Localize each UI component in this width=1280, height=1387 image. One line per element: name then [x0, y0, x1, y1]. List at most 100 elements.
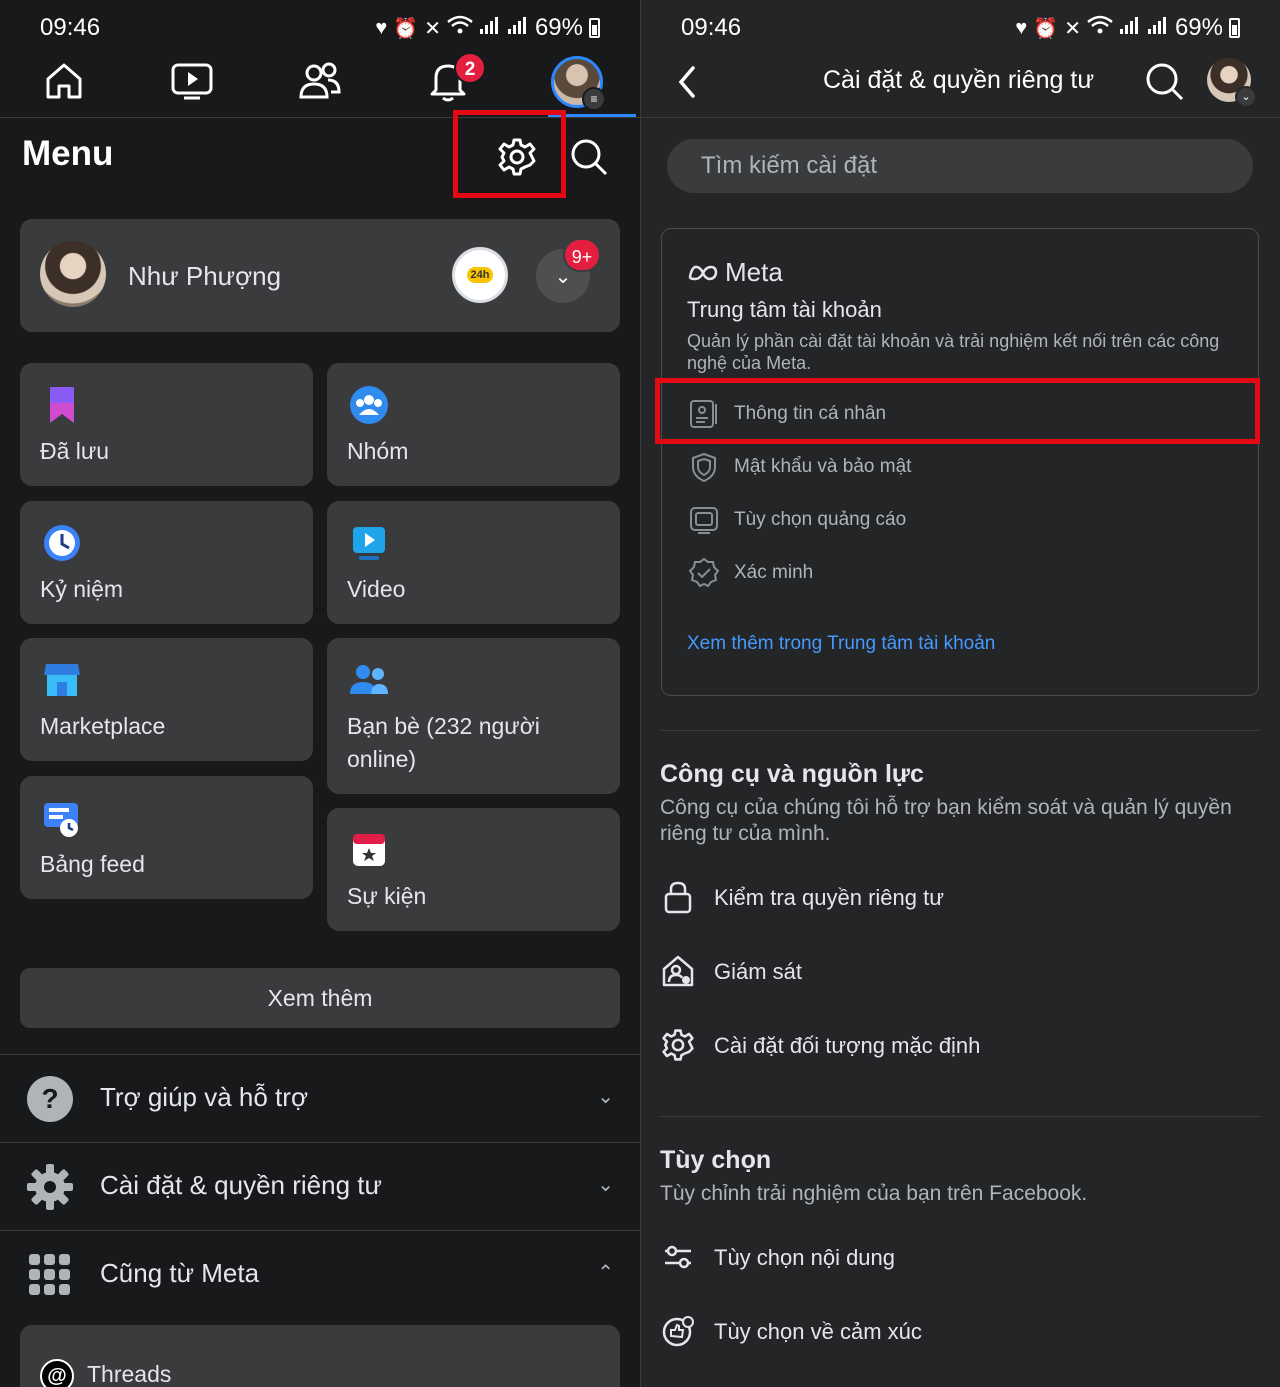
item-label: Cài đặt đối tượng mặc định — [714, 1033, 981, 1058]
back-button[interactable] — [669, 62, 705, 102]
settings-search-input[interactable] — [701, 149, 1221, 183]
signal-icon — [507, 15, 529, 41]
status-bar: 09:46 ♥ ⏰ ✕ 69% — [641, 10, 1280, 46]
default-audience-item[interactable]: Cài đặt đối tượng mặc định — [660, 1021, 1260, 1071]
see-more-button[interactable]: Xem thêm — [20, 968, 620, 1028]
threads-app-card[interactable]: @ Threads — [20, 1325, 620, 1387]
supervision-item[interactable]: Giám sát — [660, 947, 1260, 997]
alarm-icon: ⏰ — [393, 17, 419, 40]
item-label: Tùy chọn nội dung — [714, 1245, 896, 1270]
status-icons: ♥ ⏰ ✕ 69% — [375, 14, 600, 42]
shortcut-saved[interactable]: Đã lưu — [20, 363, 313, 486]
account-avatar[interactable]: ⌄ — [1207, 58, 1257, 108]
wifi-icon — [1087, 15, 1113, 41]
preferences-section-title: Tùy chọn — [660, 1146, 772, 1174]
ad-preferences-item[interactable]: Tùy chọn quảng cáo — [687, 495, 1247, 545]
page-title: Cài đặt & quyền riêng tư — [823, 66, 1095, 94]
password-security-item[interactable]: Mật khẩu và bảo mật — [687, 442, 1247, 492]
apps-grid-icon — [24, 1249, 76, 1301]
battery-percent: 69% — [1174, 14, 1223, 41]
signal-icon — [479, 15, 501, 41]
menu-tab-avatar[interactable]: ≡ — [551, 56, 606, 111]
reaction-preferences-item[interactable]: Tùy chọn về cảm xúc — [660, 1307, 1260, 1357]
profile-notification-badge: 9+ — [563, 238, 601, 272]
accounts-center-link[interactable]: Xem thêm trong Trung tâm tài khoản — [687, 633, 995, 655]
help-support-row[interactable]: ? Trợ giúp và hỗ trợ ⌄ — [0, 1056, 640, 1142]
chevron-up-icon: ⌃ — [597, 1262, 614, 1284]
item-label: Tùy chọn về cảm xúc — [714, 1319, 922, 1344]
shortcut-label: Video — [347, 576, 406, 602]
divider — [660, 730, 1260, 731]
sliders-icon — [660, 1239, 696, 1275]
divider — [0, 1230, 640, 1231]
shortcut-video[interactable]: Video — [327, 501, 620, 624]
shortcut-label: Marketplace — [40, 713, 166, 739]
home-icon[interactable] — [39, 56, 89, 106]
menu-search-button[interactable] — [562, 130, 616, 184]
shortcut-marketplace[interactable]: Marketplace — [20, 638, 313, 761]
battery-icon — [1229, 18, 1240, 38]
shortcut-label: Sự kiện — [347, 883, 427, 909]
shortcut-events[interactable]: Sự kiện — [327, 808, 620, 931]
signal-icon — [1147, 15, 1169, 41]
search-icon — [1146, 63, 1184, 101]
story-ring-icon[interactable]: 24h — [452, 247, 508, 303]
settings-search-button[interactable] — [1141, 58, 1189, 106]
feeds-icon — [44, 803, 78, 837]
shield-icon — [687, 450, 721, 484]
menu-lines-icon: ≡ — [582, 87, 606, 111]
status-bar: 09:46 ♥ ⏰ ✕ 69% — [0, 10, 640, 46]
notification-count-badge: 2 — [454, 52, 486, 84]
shortcut-groups[interactable]: Nhóm — [327, 363, 620, 486]
content-preferences-item[interactable]: Tùy chọn nội dung — [660, 1233, 1260, 1283]
search-icon — [571, 139, 608, 176]
reactions-icon — [660, 1313, 696, 1349]
accounts-center-card: Meta Trung tâm tài khoản Quản lý phần cà… — [661, 228, 1259, 696]
video-tab-icon[interactable] — [167, 56, 217, 106]
settings-privacy-row[interactable]: Cài đặt & quyền riêng tư ⌄ — [0, 1144, 640, 1230]
shortcut-memories[interactable]: Kỷ niệm — [20, 501, 313, 624]
chevron-left-icon — [678, 66, 695, 98]
shortcut-label: Kỷ niệm — [40, 576, 124, 602]
highlight-box-gear — [453, 110, 566, 198]
meta-logo: Meta — [687, 257, 783, 288]
profile-name: Như Phượng — [128, 261, 282, 291]
shortcut-feeds[interactable]: Bảng feed — [20, 776, 313, 899]
friends-icon — [350, 665, 388, 694]
accordion-label: Cài đặt & quyền riêng tư — [100, 1170, 382, 1200]
threads-label: Threads — [87, 1361, 172, 1387]
divider — [660, 1116, 1260, 1117]
groups-icon — [350, 386, 388, 424]
also-from-meta-row[interactable]: Cũng từ Meta ⌃ — [0, 1232, 640, 1318]
tools-section-description: Công cụ của chúng tôi hỗ trợ bạn kiểm so… — [660, 796, 1232, 845]
accounts-center-title: Trung tâm tài khoản — [687, 297, 882, 322]
item-label: Tùy chọn quảng cáo — [734, 509, 907, 530]
verification-item[interactable]: Xác minh — [687, 548, 1247, 598]
threads-icon: @ — [40, 1359, 74, 1387]
item-label: Mật khẩu và bảo mật — [734, 456, 912, 477]
profile-avatar[interactable] — [40, 241, 106, 307]
gear-icon — [660, 1027, 696, 1063]
shortcut-friends[interactable]: Bạn bè (232 người online) — [327, 638, 620, 794]
item-label: Giám sát — [714, 959, 803, 984]
battery-percent: 69% — [534, 14, 583, 41]
memories-icon — [44, 525, 80, 561]
settings-search-field[interactable] — [667, 139, 1253, 193]
privacy-checkup-item[interactable]: Kiểm tra quyền riêng tư — [660, 873, 1260, 923]
bookmark-icon — [50, 387, 74, 423]
top-navigation — [0, 48, 640, 118]
tools-section-title: Công cụ và nguồn lực — [660, 760, 924, 788]
friends-tab-icon[interactable] — [295, 56, 345, 106]
meta-logo-text: Meta — [725, 257, 783, 287]
events-icon — [353, 834, 385, 866]
item-label: Xác minh — [734, 562, 814, 583]
marketplace-icon — [44, 664, 80, 696]
help-icon: ? — [24, 1073, 76, 1125]
shortcut-label: Bảng feed — [40, 851, 145, 877]
profile-card[interactable]: Như Phượng 24h ⌄ 9+ — [20, 219, 620, 332]
status-icons: ♥ ⏰ ✕ 69% — [1015, 14, 1240, 42]
mute-icon: ✕ — [1064, 17, 1081, 40]
heart-icon: ♥ — [375, 16, 388, 39]
signal-icon — [1119, 15, 1141, 41]
chevron-down-icon: ⌄ — [597, 1174, 614, 1196]
